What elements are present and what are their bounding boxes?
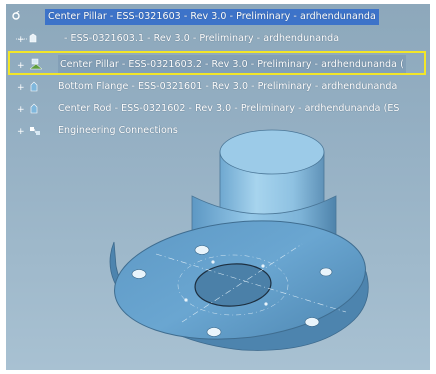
product-icon	[10, 7, 40, 27]
tree-item-label: - ESS-0321603.1 - Rev 3.0 - Preliminary …	[64, 33, 340, 44]
window-frame: Center Pillar - ESS-0321603 - Rev 3.0 - …	[0, 0, 436, 374]
part-icon: +	[14, 99, 44, 119]
svg-text:+: +	[17, 83, 25, 93]
connections-icon: +	[14, 121, 44, 141]
tree-item-engineering-connections[interactable]: + Engineering Connections	[14, 121, 430, 141]
svg-text:+: +	[17, 105, 25, 115]
svg-text:+: +	[17, 127, 25, 137]
tree-item-subassembly[interactable]: + - ESS-0321603.1 - Rev 3.0 - Preliminar…	[14, 29, 430, 49]
tree-item-selected[interactable]: + Center Pillar - ESS-0321603.2 - Rev 3.…	[14, 55, 430, 75]
tree-item-label: Center Rod - ESS-0321602 - Rev 3.0 - Pre…	[58, 103, 400, 114]
tree-item-label: Bottom Flange - ESS-0321601 - Rev 3.0 - …	[58, 81, 398, 92]
part-icon: +	[14, 77, 44, 97]
part-icon: +	[14, 29, 44, 49]
svg-text:+: +	[17, 35, 25, 45]
tree-item-label: Center Pillar - ESS-0321603.2 - Rev 3.0 …	[58, 55, 406, 75]
tree-root-label: Center Pillar - ESS-0321603 - Rev 3.0 - …	[45, 9, 379, 25]
svg-text:+: +	[17, 61, 25, 71]
tree-item-label: Engineering Connections	[58, 125, 178, 136]
tree-item-center-rod[interactable]: + Center Rod - ESS-0321602 - Rev 3.0 - P…	[14, 99, 430, 119]
tree-item-bottom-flange[interactable]: + Bottom Flange - ESS-0321601 - Rev 3.0 …	[14, 77, 430, 97]
tree-root-node[interactable]: Center Pillar - ESS-0321603 - Rev 3.0 - …	[10, 7, 430, 27]
3d-viewport[interactable]: Center Pillar - ESS-0321603 - Rev 3.0 - …	[6, 4, 430, 370]
assembly-icon: +	[14, 55, 44, 75]
